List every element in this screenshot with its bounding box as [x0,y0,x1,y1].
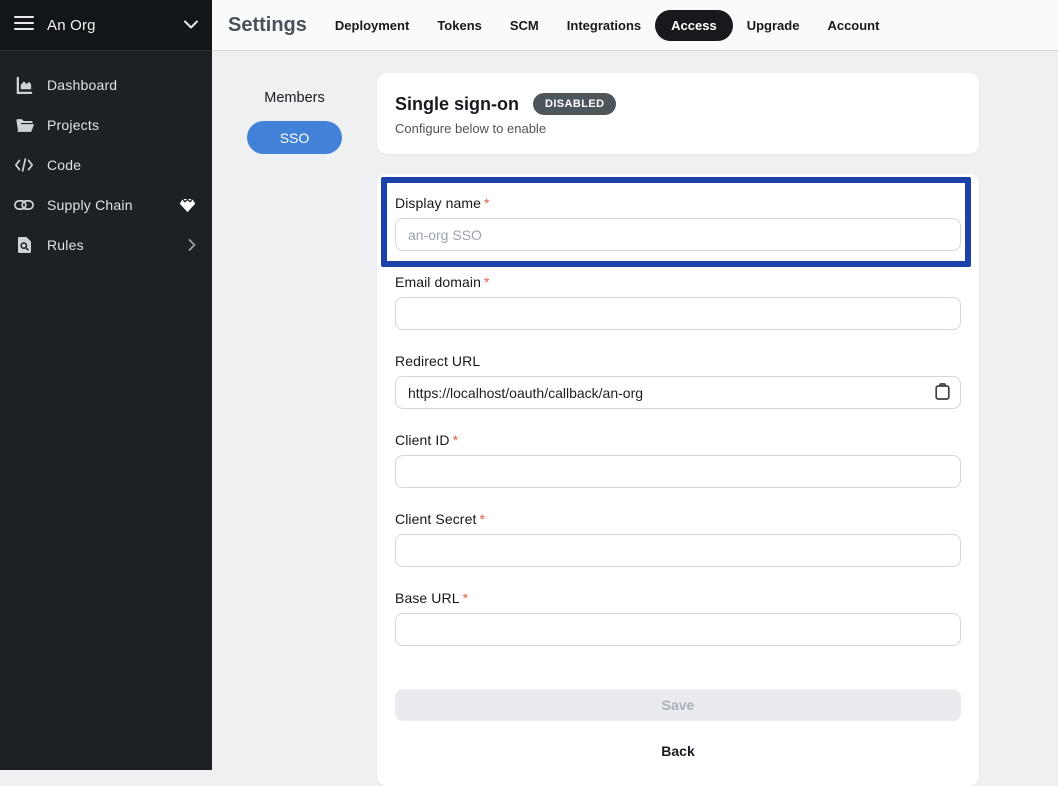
content-area: Members SSO Single sign-on DISABLED Conf… [212,51,1058,770]
required-asterisk: * [453,432,459,448]
sso-status-card: Single sign-on DISABLED Configure below … [377,73,979,154]
hamburger-menu-icon[interactable] [14,15,34,36]
field-label: Redirect URL [395,353,961,369]
base-url-input[interactable] [395,613,961,646]
redirect-url-input[interactable] [395,376,961,409]
save-button[interactable]: Save [395,689,961,721]
tab-deployment[interactable]: Deployment [321,11,423,40]
sidebar-item-rules[interactable]: Rules [0,225,212,265]
folder-icon [14,115,34,135]
chevron-right-icon [188,239,196,251]
field-label: Client ID* [395,432,961,448]
subnav-item-sso[interactable]: SSO [247,121,342,154]
display-name-input[interactable] [395,218,961,251]
tab-tokens[interactable]: Tokens [423,11,496,40]
gem-icon [179,198,196,213]
dashboard-icon [14,75,34,95]
sidebar-item-label: Projects [47,117,99,133]
field-base-url: Base URL* [395,590,961,646]
sidebar-item-label: Dashboard [47,77,117,93]
tab-access[interactable]: Access [655,10,733,41]
field-client-secret: Client Secret* [395,511,961,567]
tab-upgrade[interactable]: Upgrade [733,11,814,40]
required-asterisk: * [484,195,490,211]
tab-account[interactable]: Account [813,11,893,40]
sso-config-form: Display name* Email domain* Redirect URL [377,174,979,786]
sso-card-title: Single sign-on [395,94,519,115]
access-subnav: Members SSO [247,90,342,154]
field-display-name: Display name* [395,195,961,251]
required-asterisk: * [479,511,485,527]
page-title: Settings [228,14,307,37]
sidebar-item-label: Supply Chain [47,197,133,213]
field-email-domain: Email domain* [395,274,961,330]
field-label: Client Secret* [395,511,961,527]
tab-scm[interactable]: SCM [496,11,553,40]
settings-tabs: Deployment Tokens SCM Integrations Acces… [321,10,894,41]
topbar: Settings Deployment Tokens SCM Integrati… [212,0,1058,51]
rules-icon [14,235,34,255]
subnav-section-label: Members [247,90,342,106]
field-client-id: Client ID* [395,432,961,488]
field-label: Base URL* [395,590,961,606]
sidebar-item-projects[interactable]: Projects [0,105,212,145]
chain-icon [14,195,34,215]
code-icon [14,155,34,175]
sso-settings: Single sign-on DISABLED Configure below … [377,73,979,786]
field-label: Display name* [395,195,961,211]
required-asterisk: * [463,590,469,606]
field-label: Email domain* [395,274,961,290]
org-switcher[interactable]: An Org [0,0,212,51]
field-redirect-url: Redirect URL [395,353,961,409]
clipboard-icon [935,383,950,403]
email-domain-input[interactable] [395,297,961,330]
required-asterisk: * [484,274,490,290]
status-badge: DISABLED [533,93,616,115]
sso-card-subtitle: Configure below to enable [395,121,961,136]
sidebar-nav: Dashboard Projects Code Supply Chain [0,51,212,265]
client-id-input[interactable] [395,455,961,488]
tab-integrations[interactable]: Integrations [553,11,655,40]
copy-button[interactable] [933,384,951,402]
client-secret-input[interactable] [395,534,961,567]
sidebar-item-label: Rules [47,237,84,253]
chevron-down-icon[interactable] [184,16,198,34]
sidebar-item-label: Code [47,157,81,173]
sidebar-item-code[interactable]: Code [0,145,212,185]
sidebar-item-supply-chain[interactable]: Supply Chain [0,185,212,225]
back-link[interactable]: Back [395,743,961,759]
sidebar-item-dashboard[interactable]: Dashboard [0,65,212,105]
org-name: An Org [47,17,96,34]
sidebar: An Org Dashboard Projects Code [0,0,212,770]
